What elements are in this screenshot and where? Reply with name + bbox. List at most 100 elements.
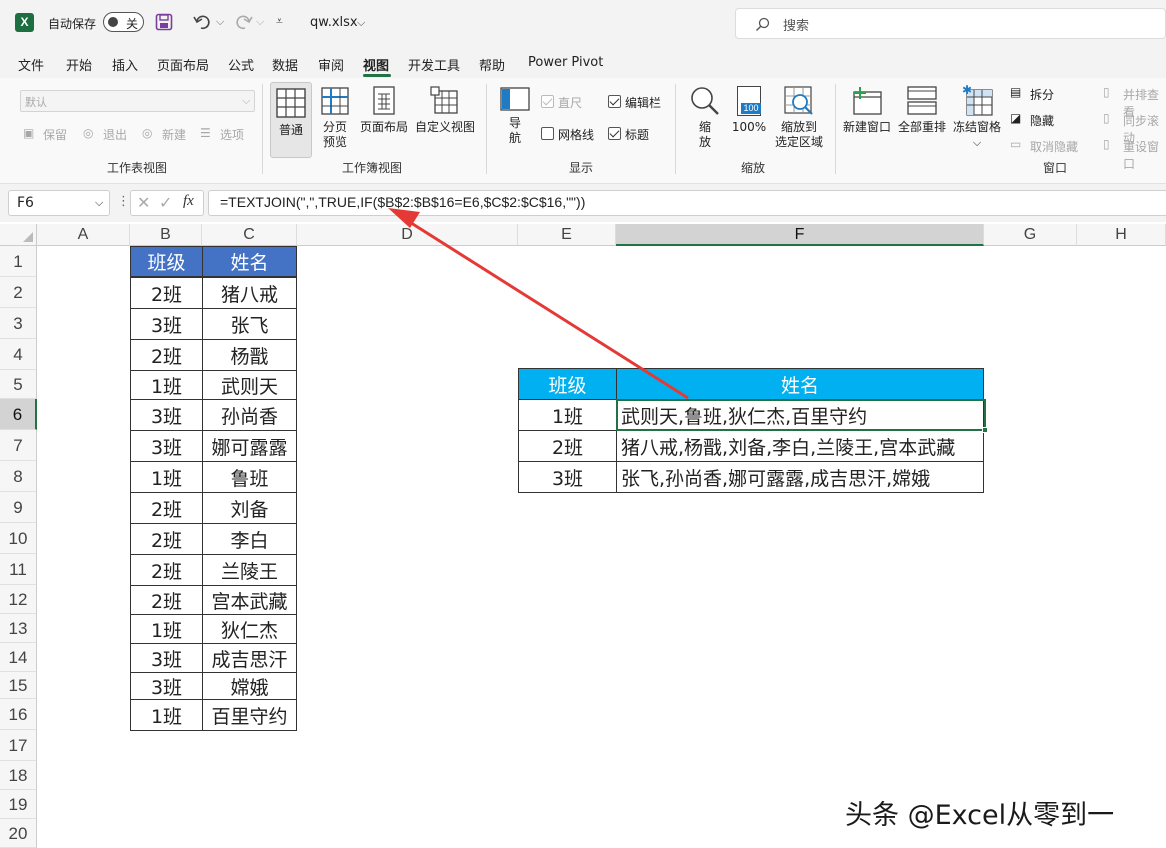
table1-class-cell[interactable]: 2班 [130, 585, 203, 615]
ruler-checkbox[interactable] [541, 95, 554, 108]
redo-dropdown-icon[interactable]: ⌵ [256, 15, 264, 29]
row-header-8[interactable]: 8 [0, 461, 37, 492]
tab-help[interactable]: 帮助 [479, 55, 505, 74]
table1-class-cell[interactable]: 2班 [130, 523, 203, 555]
column-header-e[interactable]: E [518, 224, 616, 246]
page-layout-button[interactable]: 页面布局 [358, 86, 410, 135]
table1-class-cell[interactable]: 1班 [130, 370, 203, 400]
table1-name-cell[interactable]: 百里守约 [202, 699, 297, 731]
tab-power-pivot[interactable]: Power Pivot [528, 55, 603, 70]
row-header-14[interactable]: 14 [0, 643, 37, 672]
reset-position-button[interactable]: 重设窗口 [1123, 138, 1166, 172]
file-name-chevron-icon[interactable]: ⌵ [357, 16, 365, 30]
undo-icon[interactable] [193, 13, 213, 31]
table1-class-cell[interactable]: 1班 [130, 614, 203, 644]
unhide-button[interactable]: 取消隐藏 [1030, 138, 1078, 155]
row-header-11[interactable]: 11 [0, 554, 37, 585]
headings-checkbox[interactable] [608, 127, 621, 140]
table1-class-cell[interactable]: 3班 [130, 643, 203, 673]
row-header-10[interactable]: 10 [0, 523, 37, 554]
table2-names-cell[interactable]: 张飞,孙尚香,娜可露露,成吉思汗,嫦娥 [616, 461, 984, 493]
row-header-20[interactable]: 20 [0, 819, 37, 848]
insert-function-icon[interactable]: fx [183, 193, 194, 210]
zoom-button[interactable]: 缩 放 [688, 86, 722, 150]
row-header-9[interactable]: 9 [0, 492, 37, 523]
sheet-view-dropdown[interactable]: 默认 ⌵ [20, 90, 255, 112]
column-header-d[interactable]: D [297, 224, 518, 246]
table1-class-cell[interactable]: 3班 [130, 308, 203, 340]
row-header-6[interactable]: 6 [0, 399, 37, 430]
tab-file[interactable]: 文件 [18, 55, 44, 74]
options-button[interactable]: 选项 [220, 126, 244, 143]
table1-class-cell[interactable]: 3班 [130, 430, 203, 462]
row-header-1[interactable]: 1 [0, 246, 37, 277]
navigation-button[interactable]: 导 航 [497, 86, 533, 146]
table2-names-cell[interactable]: 武则天,鲁班,狄仁杰,百里守约 [616, 399, 984, 431]
hide-button[interactable]: 隐藏 [1030, 112, 1054, 129]
gridlines-checkbox[interactable] [541, 127, 554, 140]
formula-input[interactable]: =TEXTJOIN(",",TRUE,IF($B$2:$B$16=E6,$C$2… [208, 190, 1166, 216]
custom-views-button[interactable]: 自定义视图 [413, 86, 477, 135]
column-header-c[interactable]: C [202, 224, 297, 246]
formula-bar-checkbox[interactable] [608, 95, 621, 108]
table1-class-cell[interactable]: 1班 [130, 461, 203, 493]
table1-class-cell[interactable]: 2班 [130, 277, 203, 309]
row-header-2[interactable]: 2 [0, 277, 37, 308]
zoom-100-button[interactable]: 100 100% [730, 86, 768, 135]
customize-toolbar-icon[interactable]: ⩡ [276, 14, 283, 29]
tab-page-layout[interactable]: 页面布局 [157, 55, 209, 74]
formula-bar-handle-icon[interactable]: ⋮ [117, 194, 130, 209]
table1-name-cell[interactable]: 孙尚香 [202, 399, 297, 431]
row-header-15[interactable]: 15 [0, 672, 37, 699]
tab-view[interactable]: 视图 [363, 55, 389, 74]
table1-name-cell[interactable]: 兰陵王 [202, 554, 297, 586]
table1-name-cell[interactable]: 李白 [202, 523, 297, 555]
undo-dropdown-icon[interactable]: ⌵ [216, 15, 224, 29]
name-box-chevron-icon[interactable]: ⌵ [95, 196, 103, 210]
zoom-to-selection-button[interactable]: 缩放到 选定区域 [772, 86, 826, 150]
tab-data[interactable]: 数据 [272, 55, 298, 74]
row-header-4[interactable]: 4 [0, 339, 37, 370]
keep-view-button[interactable]: 保留 [43, 126, 67, 143]
table1-name-cell[interactable]: 武则天 [202, 370, 297, 400]
tab-home[interactable]: 开始 [66, 55, 92, 74]
cancel-icon[interactable]: ✕ [137, 193, 150, 212]
table1-name-cell[interactable]: 宫本武藏 [202, 585, 297, 615]
table1-class-cell[interactable]: 1班 [130, 699, 203, 731]
table1-class-cell[interactable]: 2班 [130, 554, 203, 586]
tab-developer[interactable]: 开发工具 [408, 55, 460, 74]
table2-class-cell[interactable]: 1班 [518, 399, 617, 431]
search-box[interactable]: 搜索 [735, 8, 1166, 39]
row-header-7[interactable]: 7 [0, 430, 37, 461]
exit-view-button[interactable]: 退出 [103, 126, 127, 143]
table1-class-cell[interactable]: 3班 [130, 399, 203, 431]
row-header-12[interactable]: 12 [0, 585, 37, 614]
table1-class-cell[interactable]: 2班 [130, 492, 203, 524]
row-header-3[interactable]: 3 [0, 308, 37, 339]
name-box[interactable]: F6 ⌵ [8, 190, 110, 216]
row-header-13[interactable]: 13 [0, 614, 37, 643]
table2-class-cell[interactable]: 2班 [518, 430, 617, 462]
table1-name-cell[interactable]: 娜可露露 [202, 430, 297, 462]
page-break-preview-button[interactable]: 分页 预览 [317, 86, 353, 150]
table1-name-cell[interactable]: 杨戬 [202, 339, 297, 371]
table1-name-cell[interactable]: 成吉思汗 [202, 643, 297, 673]
table1-name-cell[interactable]: 狄仁杰 [202, 614, 297, 644]
column-header-h[interactable]: H [1077, 224, 1166, 246]
table2-names-cell[interactable]: 猪八戒,杨戬,刘备,李白,兰陵王,宫本武藏 [616, 430, 984, 462]
new-view-button[interactable]: 新建 [162, 126, 186, 143]
table1-name-cell[interactable]: 猪八戒 [202, 277, 297, 309]
freeze-panes-button[interactable]: ✱ 冻结窗格 ⌵ [951, 84, 1003, 150]
row-header-17[interactable]: 17 [0, 730, 37, 761]
row-header-5[interactable]: 5 [0, 370, 37, 399]
new-window-button[interactable]: 新建窗口 [842, 86, 892, 135]
enter-icon[interactable]: ✓ [159, 193, 172, 212]
table1-name-cell[interactable]: 刘备 [202, 492, 297, 524]
row-header-16[interactable]: 16 [0, 699, 37, 730]
save-icon[interactable] [155, 13, 173, 31]
table1-class-cell[interactable]: 3班 [130, 672, 203, 700]
split-button[interactable]: 拆分 [1030, 86, 1054, 103]
column-header-b[interactable]: B [130, 224, 202, 246]
fill-handle[interactable] [982, 427, 988, 433]
table2-class-cell[interactable]: 3班 [518, 461, 617, 493]
